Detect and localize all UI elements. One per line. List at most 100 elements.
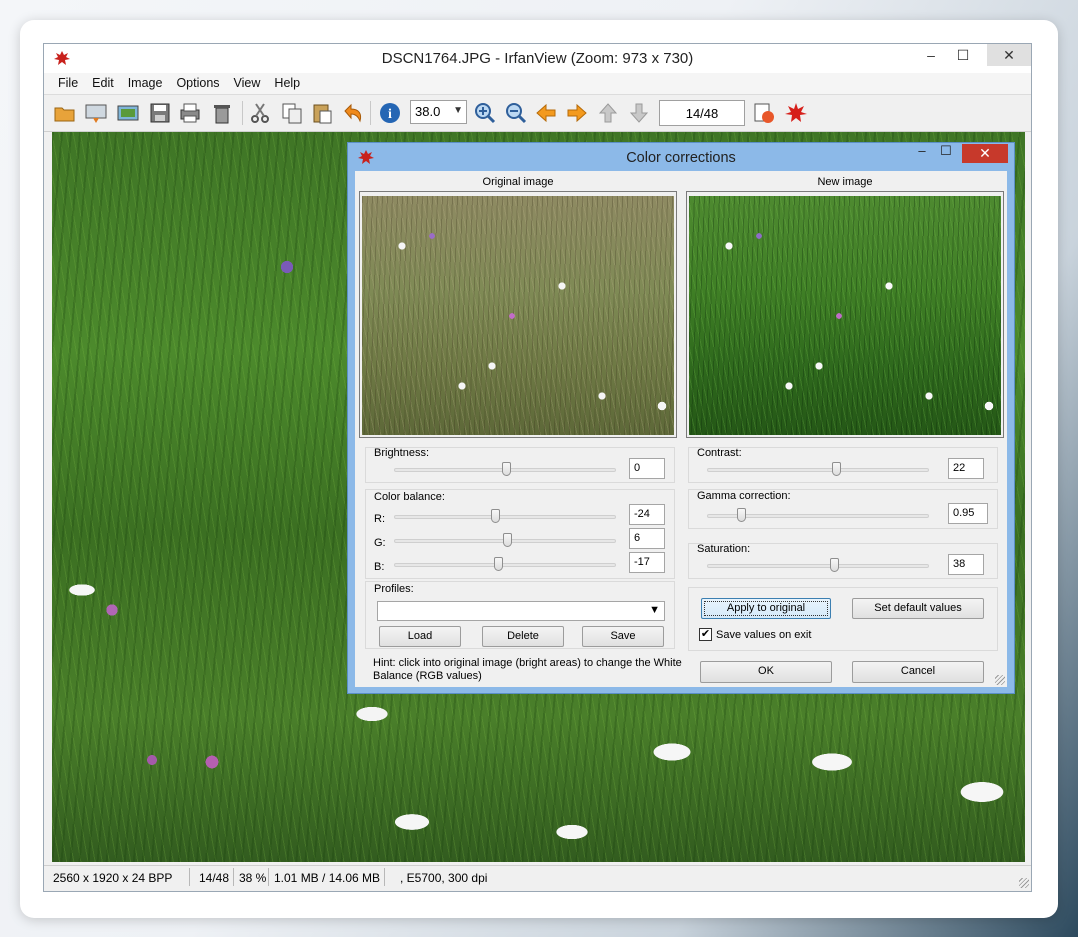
save-values-checkbox[interactable]: ✔ xyxy=(699,628,712,641)
auto-adjust-icon[interactable] xyxy=(752,101,776,125)
set-default-values-button[interactable]: Set default values xyxy=(852,598,984,619)
maximize-button[interactable]: ☐ xyxy=(943,44,983,66)
red-slider-thumb[interactable] xyxy=(491,509,500,523)
brightness-group: Brightness: 0 xyxy=(365,447,675,483)
blue-value-field[interactable]: -17 xyxy=(629,552,665,573)
zoom-out-icon[interactable] xyxy=(504,101,528,125)
cancel-button[interactable]: Cancel xyxy=(852,661,984,683)
paste-icon[interactable] xyxy=(310,101,334,125)
blue-label: B: xyxy=(374,561,385,573)
cut-icon[interactable] xyxy=(248,101,272,125)
chevron-down-icon: ▼ xyxy=(649,604,660,616)
contrast-slider-thumb[interactable] xyxy=(832,462,841,476)
load-profile-button[interactable]: Load xyxy=(379,626,461,647)
profiles-label: Profiles: xyxy=(374,583,414,595)
last-icon[interactable] xyxy=(627,101,651,125)
menu-view[interactable]: View xyxy=(227,73,268,90)
status-exif: , E5700, 300 dpi xyxy=(400,871,488,885)
green-label: G: xyxy=(374,537,386,549)
apply-group: Apply to original Set default values ✔ S… xyxy=(688,587,998,651)
save-values-label: Save values on exit xyxy=(716,629,812,641)
status-divider xyxy=(189,868,190,886)
close-button[interactable]: ✕ xyxy=(987,44,1031,66)
apply-to-original-button[interactable]: Apply to original xyxy=(701,598,831,619)
color-balance-group: Color balance: R: -24 G: 6 B: -17 xyxy=(365,489,675,579)
saturation-slider-track[interactable] xyxy=(707,564,929,568)
gamma-group: Gamma correction: 0.95 xyxy=(688,489,998,529)
page-counter[interactable]: 14/48 xyxy=(659,100,745,126)
irfanview-logo-icon[interactable] xyxy=(784,101,808,125)
red-slider-track[interactable] xyxy=(394,515,616,519)
contrast-slider-track[interactable] xyxy=(707,468,929,472)
next-icon[interactable] xyxy=(565,101,589,125)
chevron-down-icon: ▼ xyxy=(453,105,463,116)
menu-file[interactable]: File xyxy=(44,73,85,90)
hint-text: Hint: click into original image (bright … xyxy=(373,657,682,682)
svg-text:i: i xyxy=(388,107,392,122)
color-balance-label: Color balance: xyxy=(374,491,445,503)
dialog-close-button[interactable]: ✕ xyxy=(962,144,1008,163)
dialog-minimize-button[interactable]: – xyxy=(908,143,936,163)
open-icon[interactable] xyxy=(53,101,77,125)
print-icon[interactable] xyxy=(178,101,202,125)
window-title: DSCN1764.JPG - IrfanView (Zoom: 973 x 73… xyxy=(381,50,694,67)
zoom-value: 38.0 xyxy=(415,104,441,119)
undo-icon[interactable] xyxy=(341,101,365,125)
dialog-title-bar: Color corrections – ☐ ✕ xyxy=(348,143,1014,171)
menu-options[interactable]: Options xyxy=(169,73,226,90)
saturation-group: Saturation: 38 xyxy=(688,543,998,579)
green-slider-thumb[interactable] xyxy=(503,533,512,547)
brightness-value-field[interactable]: 0 xyxy=(629,458,665,479)
brightness-slider-thumb[interactable] xyxy=(502,462,511,476)
prev-icon[interactable] xyxy=(534,101,558,125)
delete-icon[interactable] xyxy=(210,101,234,125)
menu-image[interactable]: Image xyxy=(121,73,170,90)
blue-slider-track[interactable] xyxy=(394,563,616,567)
gamma-value-field[interactable]: 0.95 xyxy=(948,503,988,524)
menu-bar: File Edit Image Options View Help xyxy=(44,73,1031,95)
toolbar-separator xyxy=(370,101,371,125)
contrast-group: Contrast: 22 xyxy=(688,447,998,483)
gamma-slider-thumb[interactable] xyxy=(737,508,746,522)
original-image[interactable] xyxy=(362,196,674,435)
toolbar-separator xyxy=(242,101,243,125)
slideshow-icon[interactable] xyxy=(116,101,140,125)
profiles-dropdown[interactable]: ▼ xyxy=(377,601,665,621)
status-size: 1.01 MB / 14.06 MB xyxy=(274,871,381,885)
blue-slider-thumb[interactable] xyxy=(494,557,503,571)
saturation-slider-thumb[interactable] xyxy=(830,558,839,572)
zoom-combo[interactable]: 38.0 ▼ xyxy=(410,100,467,124)
delete-profile-button[interactable]: Delete xyxy=(482,626,564,647)
resize-grip[interactable] xyxy=(1019,878,1029,888)
thumbnails-icon[interactable] xyxy=(84,101,108,125)
original-image-preview[interactable] xyxy=(359,191,677,438)
dialog-resize-grip[interactable] xyxy=(995,675,1005,685)
menu-help[interactable]: Help xyxy=(267,73,307,90)
status-divider xyxy=(384,868,385,886)
saturation-value-field[interactable]: 38 xyxy=(948,554,984,575)
menu-edit[interactable]: Edit xyxy=(85,73,121,90)
status-divider xyxy=(268,868,269,886)
status-zoom: 38 % xyxy=(239,871,267,885)
red-label: R: xyxy=(374,513,385,525)
brightness-label: Brightness: xyxy=(374,447,430,459)
zoom-in-icon[interactable] xyxy=(473,101,497,125)
red-value-field[interactable]: -24 xyxy=(629,504,665,525)
new-image-label: New image xyxy=(817,176,873,188)
save-icon[interactable] xyxy=(148,101,172,125)
save-profile-button[interactable]: Save xyxy=(582,626,664,647)
first-icon[interactable] xyxy=(596,101,620,125)
saturation-label: Saturation: xyxy=(697,543,751,555)
copy-icon[interactable] xyxy=(280,101,304,125)
new-image xyxy=(689,196,1001,435)
status-index: 14/48 xyxy=(199,871,230,885)
contrast-value-field[interactable]: 22 xyxy=(948,458,984,479)
title-bar: DSCN1764.JPG - IrfanView (Zoom: 973 x 73… xyxy=(44,44,1031,73)
green-value-field[interactable]: 6 xyxy=(629,528,665,549)
info-icon[interactable]: i xyxy=(378,101,402,125)
dialog-maximize-button[interactable]: ☐ xyxy=(934,143,958,163)
contrast-label: Contrast: xyxy=(697,447,742,459)
ok-button[interactable]: OK xyxy=(700,661,832,683)
status-bar: 2560 x 1920 x 24 BPP 14/48 38 % 1.01 MB … xyxy=(44,865,1031,890)
toolbar: i 38.0 ▼ 14/48 xyxy=(44,95,1031,132)
